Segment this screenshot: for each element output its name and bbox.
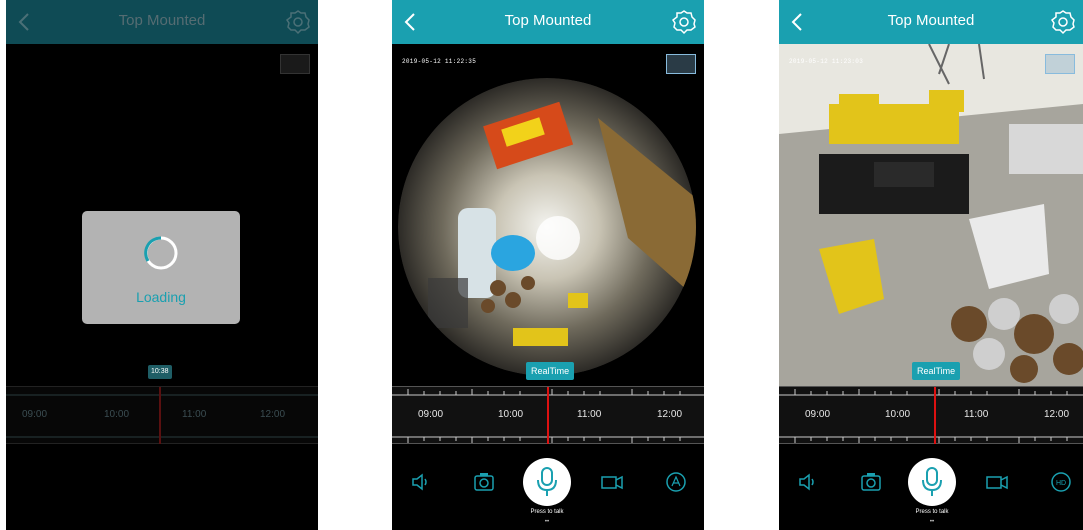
chevron-left-icon[interactable] [398, 6, 424, 38]
top-bar: Top Mounted [392, 0, 704, 44]
hd-icon[interactable]: HD [1049, 470, 1073, 494]
timeline-label: 09:00 [805, 409, 831, 420]
timeline-label: 10:00 [498, 409, 524, 420]
timeline-label: 10:00 [885, 409, 911, 420]
phone-screen-dewarped: Top Mounted 2019-05-12 11:23:03 RealTime… [779, 0, 1083, 530]
press-to-talk-label: Press to talk [915, 509, 949, 515]
chevron-left-icon[interactable] [785, 6, 811, 38]
timeline-label: 09:00 [418, 409, 444, 420]
page-title: Top Mounted [118, 12, 206, 29]
press-to-talk-button[interactable] [908, 458, 956, 506]
video-view[interactable]: 2019-05-12 11:22:35 RealTime [392, 44, 704, 386]
timeline[interactable]: 09:00 10:00 11:00 12:00 [6, 386, 318, 445]
timeline[interactable]: 09:00 10:00 11:00 12:00 [392, 386, 704, 445]
camera-icon[interactable] [859, 470, 883, 494]
timeline-label: 12:00 [260, 409, 286, 420]
timeline-label: 11:00 [964, 409, 989, 420]
microphone-icon [537, 467, 557, 496]
timeline-label: 12:00 [1044, 409, 1070, 420]
page-title: Top Mounted [504, 12, 592, 29]
fisheye-image [398, 78, 696, 376]
spinner-icon [144, 236, 178, 270]
speaker-icon[interactable] [797, 470, 821, 494]
gear-icon[interactable] [284, 8, 312, 36]
time-badge: RealTime [912, 362, 961, 380]
svg-text:HD: HD [1056, 480, 1066, 487]
video-view[interactable]: 2019-05-12 11:23:03 RealTime [779, 44, 1083, 386]
camera-icon[interactable] [472, 470, 496, 494]
top-bar: Top Mounted [6, 0, 318, 44]
gear-icon[interactable] [1049, 8, 1077, 36]
timeline-cursor[interactable] [547, 387, 549, 445]
loading-dialog: Loading [82, 211, 240, 324]
timeline-label: 11:00 [182, 409, 207, 420]
timestamp: 2019-05-12 11:23:03 [789, 58, 864, 65]
video-view[interactable]: Loading 10:38 [6, 44, 318, 386]
control-bar [6, 444, 318, 530]
timeline-cursor[interactable] [934, 387, 936, 445]
control-bar: Press to talk •• [392, 444, 704, 530]
timestamp: 2019-05-12 11:22:35 [402, 58, 477, 65]
mode-icon[interactable] [664, 470, 688, 494]
video-record-icon[interactable] [600, 470, 624, 494]
gear-icon[interactable] [670, 8, 698, 36]
timeline-label: 10:00 [104, 409, 130, 420]
top-bar: Top Mounted [779, 0, 1083, 44]
dewarped-image [779, 44, 1083, 386]
microphone-icon [922, 467, 942, 496]
page-dots: •• [544, 519, 550, 525]
video-record-icon[interactable] [985, 470, 1009, 494]
timeline-label: 09:00 [22, 409, 48, 420]
control-bar: Press to talk •• HD [779, 444, 1083, 530]
quality-badge[interactable] [1045, 54, 1075, 74]
quality-badge[interactable] [666, 54, 696, 74]
speaker-icon[interactable] [410, 470, 434, 494]
loading-label: Loading [136, 289, 186, 305]
press-to-talk-label: Press to talk [530, 509, 564, 515]
time-badge: 10:38 [148, 365, 172, 379]
press-to-talk-button[interactable] [523, 458, 571, 506]
page-title: Top Mounted [887, 12, 975, 29]
timeline-cursor[interactable] [159, 387, 161, 445]
phone-screen-loading: Top Mounted Loading 10:38 09:00 10:00 11… [6, 0, 318, 530]
page-dots: •• [929, 519, 935, 525]
timeline-label: 11:00 [577, 409, 602, 420]
timeline-label: 12:00 [657, 409, 683, 420]
timeline[interactable]: 09:00 10:00 11:00 12:00 [779, 386, 1083, 445]
time-badge: RealTime [526, 362, 575, 380]
phone-screen-fisheye: Top Mounted 2019-05-12 11:22:35 RealTime… [392, 0, 704, 530]
chevron-left-icon[interactable] [12, 6, 38, 38]
quality-badge[interactable] [280, 54, 310, 74]
